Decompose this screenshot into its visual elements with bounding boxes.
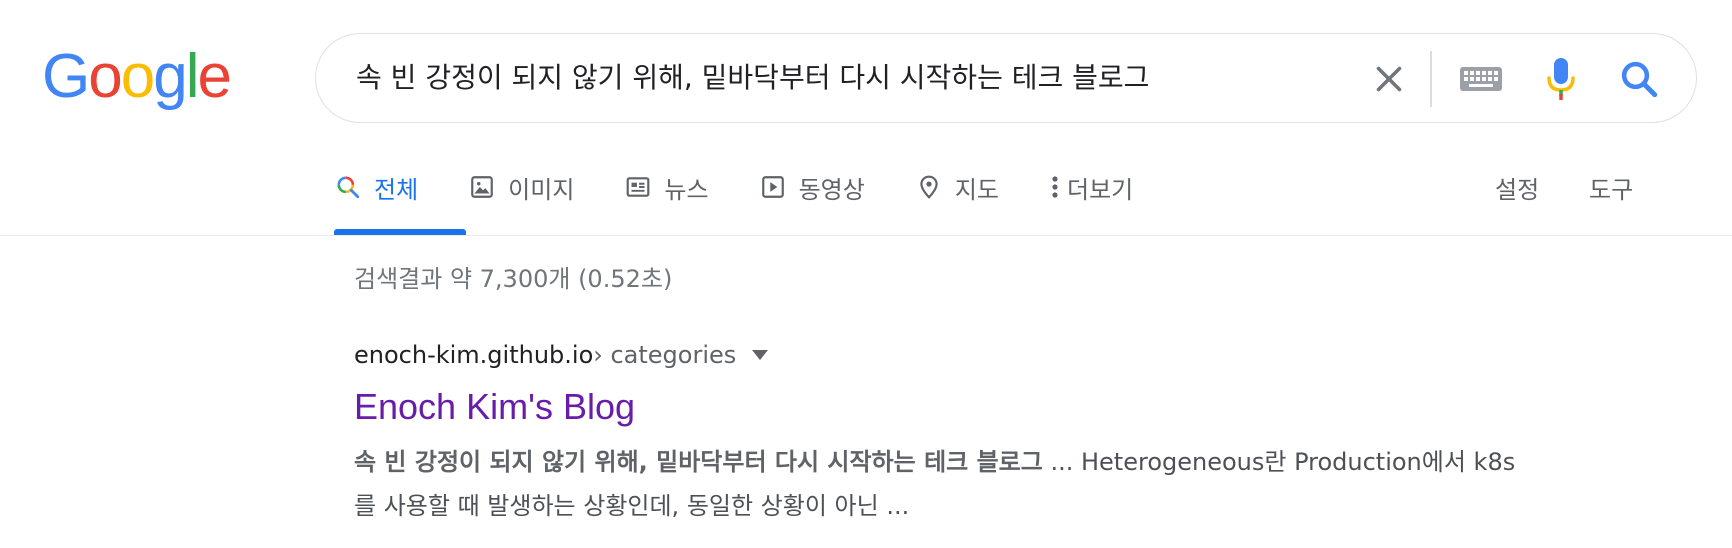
map-pin-icon bbox=[915, 173, 943, 201]
result-title-link[interactable]: Enoch Kim's Blog bbox=[354, 382, 1534, 432]
chevron-down-icon[interactable] bbox=[752, 350, 769, 360]
logo-letter: e bbox=[197, 42, 232, 111]
logo-letter: g bbox=[153, 42, 188, 111]
tab-maps[interactable]: 지도 bbox=[915, 165, 999, 209]
tab-news[interactable]: 뉴스 bbox=[624, 165, 709, 209]
tools-link[interactable]: 도구 bbox=[1589, 165, 1633, 209]
tab-label: 더보기 bbox=[1067, 175, 1134, 204]
snippet-highlight: 속 빈 강정이 되지 않기 위해, 밑바닥부터 다시 시작하는 테크 블로그 bbox=[354, 448, 1043, 476]
result-snippet: 속 빈 강정이 되지 않기 위해, 밑바닥부터 다시 시작하는 테크 블로그 .… bbox=[354, 440, 1534, 528]
tab-all[interactable]: 전체 bbox=[334, 165, 418, 209]
search-multicolor-icon bbox=[334, 173, 362, 201]
search-icon[interactable] bbox=[1618, 58, 1660, 100]
result-breadcrumb: › categories bbox=[593, 341, 737, 369]
settings-link[interactable]: 설정 bbox=[1495, 165, 1539, 209]
search-tabs: 전체 이미지 뉴스 동영상 지도 더보기 bbox=[334, 165, 1183, 209]
tab-images[interactable]: 이미지 bbox=[468, 165, 574, 209]
search-input[interactable]: 속 빈 강정이 되지 않기 위해, 밑바닥부터 다시 시작하는 테크 블로그 bbox=[356, 58, 1149, 98]
video-icon bbox=[759, 173, 787, 201]
search-divider bbox=[1430, 51, 1432, 107]
image-icon bbox=[468, 173, 496, 201]
search-result: enoch-kim.github.io › categories Enoch K… bbox=[354, 336, 1534, 528]
tab-label: 뉴스 bbox=[664, 175, 709, 204]
more-vert-icon bbox=[1049, 173, 1061, 201]
close-icon[interactable] bbox=[1371, 61, 1407, 97]
logo-letter: o bbox=[120, 42, 156, 111]
tab-more[interactable]: 더보기 bbox=[1049, 165, 1133, 209]
result-domain: enoch-kim.github.io bbox=[354, 341, 594, 369]
logo-letter: o bbox=[88, 42, 123, 111]
tab-label: 동영상 bbox=[798, 175, 865, 204]
logo-letter: G bbox=[42, 42, 90, 111]
keyboard-icon[interactable] bbox=[1459, 64, 1503, 94]
tab-label: 전체 bbox=[374, 175, 419, 204]
search-box[interactable]: 속 빈 강정이 되지 않기 위해, 밑바닥부터 다시 시작하는 테크 블로그 bbox=[315, 33, 1697, 123]
logo-letter: l bbox=[185, 42, 200, 111]
result-url[interactable]: enoch-kim.github.io › categories bbox=[354, 336, 1534, 374]
tab-videos[interactable]: 동영상 bbox=[759, 165, 865, 209]
header-divider bbox=[0, 235, 1732, 236]
google-logo[interactable]: G o o g l e bbox=[42, 42, 232, 111]
microphone-icon[interactable] bbox=[1545, 56, 1577, 102]
tab-label: 이미지 bbox=[508, 175, 575, 204]
news-icon bbox=[624, 173, 652, 201]
tab-label: 지도 bbox=[954, 175, 1000, 204]
result-stats: 검색결과 약 7,300개 (0.52초) bbox=[354, 265, 673, 293]
